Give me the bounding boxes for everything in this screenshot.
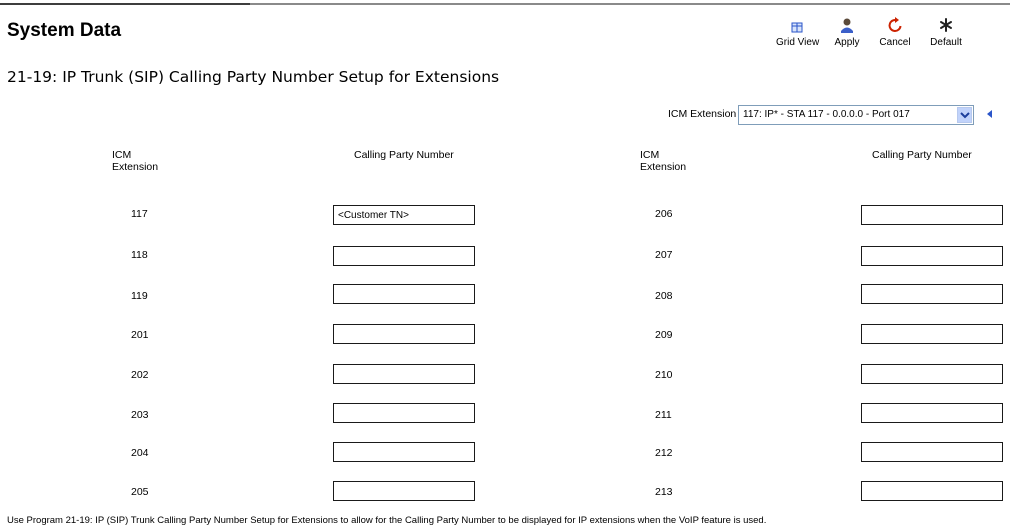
cancel-icon xyxy=(888,17,902,32)
extension-number: 213 xyxy=(655,486,673,498)
previous-arrow-icon[interactable] xyxy=(986,109,994,119)
calling-party-number-input[interactable] xyxy=(333,284,475,304)
grid-view-label: Grid View xyxy=(776,37,820,48)
extension-number: 206 xyxy=(655,208,673,220)
column-header-icm-extension-right: ICM Extension xyxy=(640,149,687,173)
asterisk-icon xyxy=(940,18,952,32)
column-header-calling-party-number-right: Calling Party Number xyxy=(872,149,972,161)
icm-extension-label: ICM Extension xyxy=(668,108,737,120)
apply-icon xyxy=(841,18,853,33)
cancel-label: Cancel xyxy=(879,37,911,48)
grid-view-icon xyxy=(791,22,803,33)
extension-number: 201 xyxy=(131,329,149,341)
cancel-button[interactable]: Cancel xyxy=(878,17,912,48)
column-header-calling-party-number-left: Calling Party Number xyxy=(354,149,454,161)
calling-party-number-input[interactable] xyxy=(861,442,1003,462)
calling-party-number-input[interactable] xyxy=(333,324,475,344)
extension-number: 212 xyxy=(655,447,673,459)
icm-extension-select-value: 117: IP* - STA 117 - 0.0.0.0 - Port 017 xyxy=(743,109,910,120)
default-button[interactable]: Default xyxy=(926,17,966,48)
column-header-icm-extension-left: ICM Extension xyxy=(112,149,159,173)
extension-number: 205 xyxy=(131,486,149,498)
footer-note: Use Program 21-19: IP (SIP) Trunk Callin… xyxy=(7,515,767,526)
apply-label: Apply xyxy=(834,37,860,48)
calling-party-number-input[interactable] xyxy=(861,403,1003,423)
calling-party-number-input[interactable] xyxy=(333,246,475,266)
chevron-down-icon xyxy=(960,112,970,119)
calling-party-number-input[interactable] xyxy=(861,284,1003,304)
calling-party-number-input[interactable] xyxy=(333,442,475,462)
dropdown-button[interactable] xyxy=(957,107,972,123)
extension-number: 208 xyxy=(655,290,673,302)
extension-number: 203 xyxy=(131,409,149,421)
extension-number: 204 xyxy=(131,447,149,459)
extension-number: 210 xyxy=(655,369,673,381)
toolbar: Grid View Apply Cancel Default xyxy=(0,17,1010,57)
top-divider-accent xyxy=(0,3,250,5)
apply-button[interactable]: Apply xyxy=(832,17,862,48)
extension-number: 209 xyxy=(655,329,673,341)
calling-party-number-input[interactable] xyxy=(861,246,1003,266)
grid-view-button[interactable]: Grid View xyxy=(776,17,820,48)
calling-party-number-input[interactable] xyxy=(333,364,475,384)
calling-party-number-input[interactable] xyxy=(861,324,1003,344)
extension-number: 202 xyxy=(131,369,149,381)
extension-number: 211 xyxy=(655,409,672,421)
extension-number: 118 xyxy=(131,249,148,261)
calling-party-number-input[interactable] xyxy=(861,481,1003,501)
calling-party-number-input[interactable] xyxy=(861,205,1003,225)
calling-party-number-input[interactable] xyxy=(333,403,475,423)
calling-party-number-input[interactable] xyxy=(861,364,1003,384)
extension-number: 119 xyxy=(131,290,148,302)
icm-extension-select[interactable]: 117: IP* - STA 117 - 0.0.0.0 - Port 017 xyxy=(738,105,974,125)
extension-number: 117 xyxy=(131,208,148,220)
calling-party-number-input[interactable] xyxy=(333,481,475,501)
program-title: 21-19: IP Trunk (SIP) Calling Party Numb… xyxy=(7,68,500,86)
calling-party-number-input[interactable] xyxy=(333,205,475,225)
default-label: Default xyxy=(930,37,962,48)
extension-number: 207 xyxy=(655,249,673,261)
